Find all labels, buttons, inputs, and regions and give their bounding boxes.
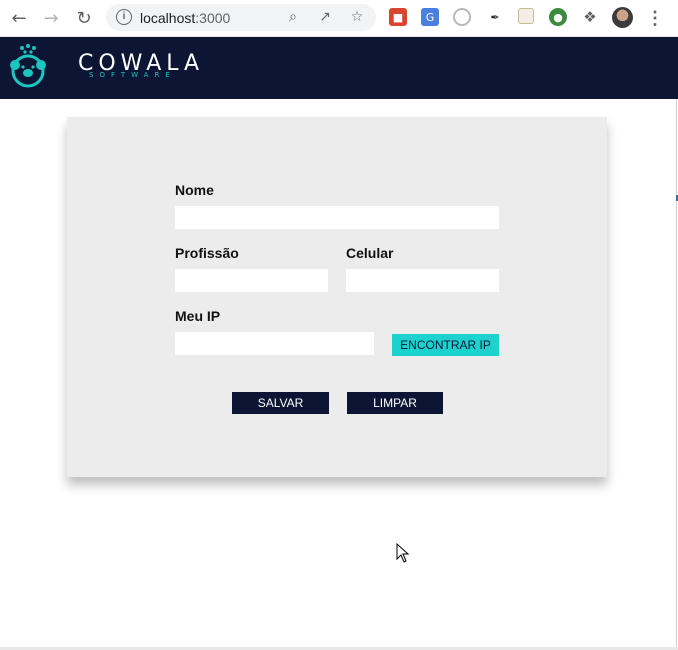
address-bar[interactable]: i localhost:3000 ⌕ ↗ ☆: [106, 4, 376, 31]
extensions-puzzle-icon[interactable]: ❖: [581, 8, 599, 26]
extension-circle-icon[interactable]: [453, 8, 471, 26]
save-button[interactable]: SALVAR: [232, 392, 329, 414]
meu-ip-label: Meu IP: [175, 308, 221, 324]
cowala-logo-icon: [10, 44, 46, 88]
find-ip-button[interactable]: ENCONTRAR IP: [392, 334, 499, 356]
reload-icon[interactable]: ↻: [73, 7, 95, 29]
form-card: Nome Profissão Celular Meu IP ENCONTRAR …: [67, 117, 607, 477]
profile-avatar[interactable]: [612, 7, 633, 28]
profissao-label: Profissão: [175, 245, 239, 261]
ip-input[interactable]: [175, 332, 374, 355]
share-icon[interactable]: ↗: [316, 8, 334, 26]
forward-icon[interactable]: →: [40, 7, 62, 29]
page-edge: [676, 99, 677, 650]
browser-menu-icon[interactable]: ⋮: [646, 6, 664, 30]
brand-subtitle: SOFTWARE: [89, 71, 176, 79]
celular-label: Celular: [346, 245, 394, 261]
mouse-cursor-icon: [396, 543, 410, 563]
profissao-input[interactable]: [175, 269, 328, 292]
extension-red-icon[interactable]: ■: [389, 8, 407, 26]
address-url: localhost:3000: [140, 10, 231, 26]
nome-label: Nome: [175, 182, 214, 198]
browser-toolbar: ← → ↻ i localhost:3000 ⌕ ↗ ☆ ■ G ✒ ● ❖ ⋮: [0, 0, 678, 37]
zoom-icon[interactable]: ⌕: [284, 8, 302, 26]
site-info-icon[interactable]: i: [116, 9, 132, 25]
celular-input[interactable]: [346, 269, 499, 292]
globe-extension-icon[interactable]: ●: [549, 8, 567, 26]
back-icon[interactable]: ←: [8, 7, 30, 29]
nome-input[interactable]: [175, 206, 499, 229]
bookmark-star-icon[interactable]: ☆: [348, 8, 366, 26]
notes-extension-icon[interactable]: [518, 8, 534, 24]
translate-extension-icon[interactable]: G: [421, 8, 439, 26]
app-header: COWALA SOFTWARE: [0, 37, 678, 99]
eyedropper-extension-icon[interactable]: ✒: [486, 8, 504, 26]
clear-button[interactable]: LIMPAR: [347, 392, 443, 414]
